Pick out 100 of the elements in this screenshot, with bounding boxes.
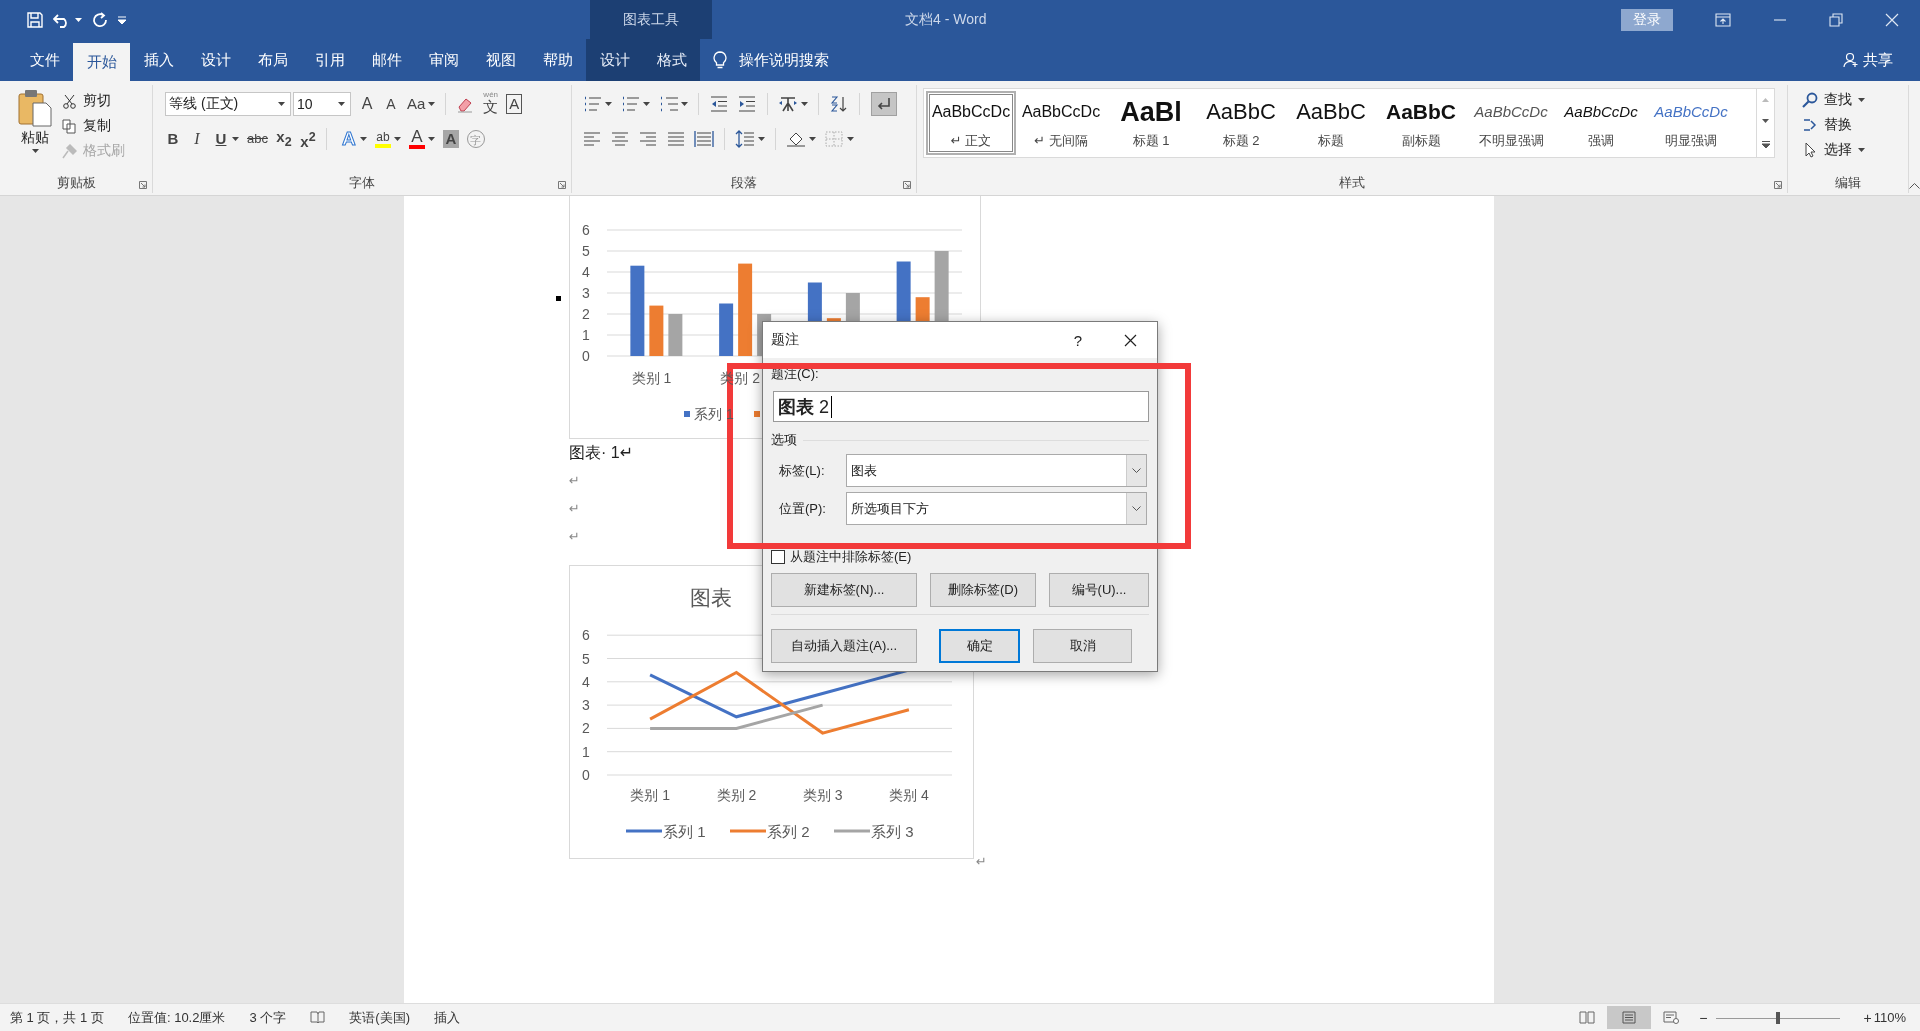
ribbon-tab[interactable]: 帮助 — [529, 39, 586, 81]
language-indicator[interactable]: 英语(美国) — [349, 1008, 410, 1027]
proofing-icon[interactable] — [310, 1011, 326, 1024]
caret-icon[interactable] — [428, 102, 436, 106]
style-item[interactable]: AaBbCcDc 强调 — [1556, 91, 1646, 155]
style-item[interactable]: AaBbC 副标题 — [1376, 91, 1466, 155]
font-size-field[interactable]: 10 — [293, 92, 351, 116]
auto-caption-button[interactable]: 自动插入题注(A)... — [771, 629, 917, 663]
checkbox-label[interactable]: 从题注中排除标签(E) — [790, 548, 912, 566]
customize-caret-icon[interactable] — [118, 15, 126, 24]
close-icon[interactable] — [1124, 333, 1137, 347]
caret-icon[interactable] — [643, 102, 650, 106]
clipboard-command[interactable]: 复制 — [62, 115, 125, 137]
caret-icon[interactable] — [232, 137, 239, 141]
border-button[interactable]: A — [506, 94, 523, 114]
ribbon-tab[interactable]: 审阅 — [415, 39, 472, 81]
case-button[interactable]: Aa — [407, 94, 426, 114]
dialog-launcher-icon[interactable] — [903, 181, 911, 189]
cancel-button[interactable]: 取消 — [1033, 629, 1132, 663]
style-item[interactable]: AaBbCcDc ↵ 正文 — [926, 91, 1016, 155]
ribbon-tab[interactable]: 设计 — [187, 39, 244, 81]
caret-icon[interactable] — [393, 137, 401, 141]
lightbulb-icon[interactable] — [713, 51, 727, 69]
color-button[interactable]: A — [408, 129, 425, 149]
caret-icon[interactable] — [338, 102, 345, 106]
save-icon[interactable] — [27, 11, 43, 28]
line-spacing-icon[interactable] — [735, 130, 755, 148]
ribbon-tab[interactable]: 格式 — [643, 39, 700, 81]
print-layout-button[interactable] — [1607, 1006, 1652, 1029]
read-mode-icon[interactable] — [1579, 1011, 1596, 1024]
caption-input[interactable]: 图表 2 — [773, 391, 1149, 422]
chevron-down-icon[interactable] — [1132, 468, 1141, 473]
style-item[interactable]: AaBbCcDc 明显强调 — [1646, 91, 1736, 155]
outdent-icon[interactable] — [709, 95, 729, 113]
person-icon[interactable] — [1843, 52, 1859, 68]
caret-icon[interactable] — [681, 102, 688, 106]
style-item[interactable]: AaBl 标题 1 — [1106, 91, 1196, 155]
dialog-button[interactable]: 删除标签(D) — [930, 573, 1036, 607]
editing-command[interactable]: 替换 — [1802, 113, 1908, 136]
checkbox[interactable] — [771, 550, 785, 564]
caret-icon[interactable] — [809, 137, 816, 141]
page-count[interactable]: 第 1 页，共 1 页 — [10, 1008, 104, 1027]
style-item[interactable]: AaBbCcDc 不明显强调 — [1466, 91, 1556, 155]
input-mode[interactable]: 插入 — [433, 1008, 460, 1027]
ribbon-display-icon[interactable] — [1715, 12, 1731, 27]
strike-button[interactable]: abc — [247, 129, 268, 149]
dropdown-field[interactable]: 所选项目下方 — [846, 492, 1147, 525]
help-button[interactable]: ? — [1073, 331, 1082, 349]
chinese-layout-icon[interactable] — [778, 95, 798, 113]
sub-button[interactable]: x$_{2}$ — [275, 126, 292, 152]
indent-icon[interactable] — [737, 95, 757, 113]
ribbon-tab[interactable]: 引用 — [301, 39, 358, 81]
style-item[interactable]: AaBbCcDc ↵ 无间隔 — [1016, 91, 1106, 155]
italic-button[interactable]: I — [189, 129, 205, 149]
dialog-button[interactable]: 编号(U)... — [1049, 573, 1149, 607]
ribbon-tab[interactable]: 设计 — [586, 39, 643, 81]
zoom-slider-thumb[interactable] — [1775, 1011, 1780, 1024]
dialog-launcher-icon[interactable] — [558, 181, 566, 189]
editing-command[interactable]: 查找 — [1802, 88, 1908, 111]
zoom-out-button[interactable]: − — [1699, 1009, 1708, 1026]
style-item[interactable]: AaBbC 标题 2 — [1196, 91, 1286, 155]
redo-icon[interactable] — [92, 11, 108, 28]
scroll-down-icon[interactable] — [1762, 119, 1769, 124]
sup-button[interactable]: x$^{2}$ — [299, 126, 316, 152]
word-count[interactable]: 3 个字 — [249, 1008, 287, 1027]
shading-button[interactable]: A — [442, 130, 459, 148]
ribbon-tab[interactable]: 视图 — [472, 39, 529, 81]
web-layout-icon[interactable] — [1663, 1011, 1680, 1024]
caret-icon[interactable] — [359, 137, 367, 141]
ribbon-tab[interactable]: 布局 — [244, 39, 301, 81]
grow-button[interactable]: A — [359, 94, 375, 114]
caret-icon[interactable] — [427, 137, 435, 141]
ok-button[interactable]: 确定 — [939, 629, 1020, 663]
shrink-button[interactable]: A — [383, 94, 399, 114]
font-name-field[interactable]: 等线 (正文) — [165, 92, 291, 116]
ribbon-tab[interactable]: 文件 — [16, 39, 73, 81]
restore-icon[interactable] — [1829, 12, 1843, 27]
dialog-launcher-icon[interactable] — [139, 181, 147, 189]
ribbon-tab[interactable]: 邮件 — [358, 39, 415, 81]
ribbon-tab[interactable]: 插入 — [130, 39, 187, 81]
ribbon-tab[interactable]: 开始 — [73, 43, 130, 81]
clipboard-command[interactable]: 剪切 — [62, 90, 125, 112]
dialog-button[interactable]: 新建标签(N)... — [771, 573, 917, 607]
caret-icon[interactable] — [758, 137, 765, 141]
zoom-level[interactable]: 110% — [1873, 1010, 1906, 1025]
phonetic-button[interactable]: wén 文 — [482, 94, 499, 114]
multilevel-icon[interactable] — [658, 95, 678, 113]
more-icon[interactable] — [1761, 141, 1770, 149]
paragraph-mark-toggle-icon[interactable] — [872, 93, 896, 115]
caret-icon[interactable] — [801, 102, 808, 106]
editing-command[interactable]: 选择 — [1802, 138, 1908, 161]
tell-me-search[interactable]: 操作说明搜索 — [739, 50, 829, 70]
zoom-slider[interactable] — [1715, 1010, 1840, 1025]
cursor-position[interactable]: 位置值: 10.2厘米 — [127, 1008, 226, 1027]
collapse-ribbon-icon[interactable] — [1909, 183, 1920, 189]
highlight-button[interactable]: ab — [374, 130, 391, 148]
dialog-launcher-icon[interactable] — [1774, 181, 1782, 189]
share-button[interactable]: 共享 — [1863, 50, 1893, 70]
chevron-down-icon[interactable] — [1132, 506, 1141, 511]
gallery-scrollbar[interactable] — [1757, 88, 1775, 158]
